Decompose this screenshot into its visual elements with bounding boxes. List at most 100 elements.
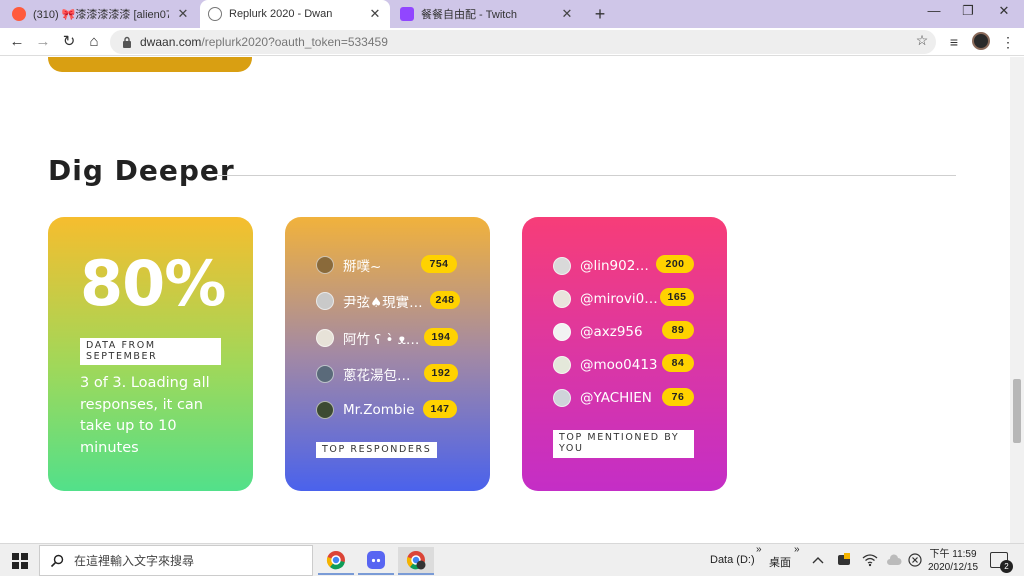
discord-taskbar-button[interactable] (358, 547, 394, 575)
close-tab-icon[interactable]: ✕ (560, 6, 574, 22)
response-count-badge: 754 (421, 255, 457, 273)
windows-start-icon[interactable] (12, 553, 28, 569)
windows-taskbar: 在這裡輸入文字來搜尋 Data (D:) » 桌面 » 下午 11:59 202… (0, 543, 1024, 576)
wifi-icon[interactable] (862, 553, 878, 567)
toolbar-chevron[interactable]: » (756, 544, 762, 555)
clock-time: 下午 11:59 (929, 549, 977, 560)
notification-center-icon[interactable]: 2 (990, 552, 1013, 573)
reload-button[interactable]: ↻ (59, 32, 79, 52)
browser-toolbar: ← → ↻ ⌂ dwaan.com/replurk2020?oauth_toke… (0, 28, 1024, 56)
tab-title: 餐餐自由配 - Twitch (421, 9, 517, 21)
url-host: dwaan.com (140, 35, 202, 49)
plurk-icon (12, 7, 26, 21)
forward-button[interactable]: → (33, 32, 53, 52)
response-count-badge: 194 (424, 328, 458, 346)
search-icon (50, 554, 64, 567)
chrome-profile-taskbar-button[interactable] (398, 547, 434, 575)
mention-count-badge: 84 (662, 354, 694, 372)
browser-tab-strip: (310) 🎀漆漆漆漆漆 [alien0727] ✕ Replurk 2020 … (0, 0, 1024, 28)
progress-percent: 80% (80, 247, 226, 320)
user-avatar (553, 323, 571, 341)
mention-count-badge: 200 (656, 255, 694, 273)
page-scrollbar[interactable] (1010, 57, 1024, 543)
bookmark-star-icon[interactable]: ☆ (912, 32, 932, 49)
back-button[interactable]: ← (7, 32, 27, 52)
top-mentioned-label: TOP MENTIONED BY YOU (553, 430, 694, 458)
top-mentioned-card: @lin902… 200 @mirovi0… 165 @axz956 89 @m… (522, 217, 727, 491)
lock-icon (123, 36, 131, 48)
data-source-label: DATA FROM SEPTEMBER (80, 338, 221, 365)
mentioned-name: @axz956 (580, 324, 643, 340)
mention-count-badge: 89 (662, 321, 694, 339)
browser-menu-icon[interactable]: ⋮ (998, 32, 1018, 52)
tab-title: (310) 🎀漆漆漆漆漆 [alien0727] (33, 9, 169, 21)
response-count-badge: 192 (424, 364, 458, 382)
user-avatar (553, 356, 571, 374)
replurk-icon (208, 7, 222, 21)
address-bar[interactable]: dwaan.com/replurk2020?oauth_token=533459 (110, 30, 936, 54)
user-avatar (316, 292, 334, 310)
mention-count-badge: 76 (662, 388, 694, 406)
user-avatar (316, 329, 334, 347)
url-text: dwaan.com/replurk2020?oauth_token=533459 (140, 35, 388, 49)
page-content: Dig Deeper 80% DATA FROM SEPTEMBER 3 of … (0, 57, 1010, 543)
top-responders-card: 掰噗~ 754 尹弦♠現實… 248 阿竹 ʕ •̀ ᴥ… 194 蔥花湯包… … (285, 217, 490, 491)
user-avatar (553, 290, 571, 308)
new-tab-button[interactable]: + (590, 4, 610, 24)
response-count-badge: 147 (423, 400, 457, 418)
restore-button[interactable]: ❐ (958, 3, 978, 19)
drive-toolbar-label[interactable]: Data (D:) (710, 554, 755, 566)
loading-description: 3 of 3. Loading all responses, it can ta… (80, 375, 210, 456)
tab-title: Replurk 2020 - Dwan (229, 8, 333, 20)
close-window-button[interactable]: ✕ (994, 3, 1014, 19)
tab-plurk[interactable]: (310) 🎀漆漆漆漆漆 [alien0727] ✕ (4, 0, 198, 28)
cloud-icon[interactable] (886, 553, 902, 567)
response-count-badge: 248 (430, 291, 460, 309)
media-control-icon[interactable]: ≡ (944, 32, 964, 52)
clock-date: 2020/12/15 (927, 562, 979, 573)
mentioned-name: @moo0413 (580, 357, 658, 373)
chevron-up-icon[interactable] (812, 555, 824, 565)
user-avatar (553, 389, 571, 407)
section-title: Dig Deeper (48, 154, 235, 187)
responder-name: Mr.Zombie (343, 402, 415, 418)
mentioned-name: @mirovi0… (580, 291, 658, 307)
mentioned-name: @YACHIEN (580, 390, 652, 406)
app-tray-icon[interactable] (836, 552, 852, 568)
search-placeholder: 在這裡輸入文字來搜尋 (74, 554, 195, 568)
tab-replurk[interactable]: Replurk 2020 - Dwan ✕ (200, 0, 390, 28)
user-avatar (316, 401, 334, 419)
taskbar-clock[interactable]: 下午 11:59 2020/12/15 (924, 548, 982, 574)
twitch-icon (400, 7, 414, 21)
responder-name: 掰噗~ (343, 259, 382, 275)
home-button[interactable]: ⌂ (84, 32, 104, 52)
user-avatar (553, 257, 571, 275)
scrollbar-thumb[interactable] (1013, 379, 1021, 443)
close-tab-icon[interactable]: ✕ (176, 6, 190, 22)
user-avatar (316, 256, 334, 274)
section-divider (218, 175, 956, 176)
close-tab-icon[interactable]: ✕ (368, 6, 382, 22)
data-progress-card: 80% DATA FROM SEPTEMBER 3 of 3. Loading … (48, 217, 253, 491)
profile-avatar[interactable] (972, 32, 990, 50)
chrome-profile-icon (406, 551, 426, 570)
user-avatar (316, 365, 334, 383)
chrome-icon (326, 551, 345, 570)
top-responders-label: TOP RESPONDERS (316, 442, 438, 458)
taskbar-search-box[interactable]: 在這裡輸入文字來搜尋 (39, 545, 313, 576)
responder-name: 阿竹 ʕ •̀ ᴥ… (343, 332, 420, 348)
mention-count-badge: 165 (660, 288, 694, 306)
mentioned-name: @lin902… (580, 258, 649, 274)
toolbar-chevron[interactable]: » (794, 544, 800, 555)
responder-name: 蔥花湯包… (343, 368, 411, 384)
notification-count-badge: 2 (1000, 560, 1013, 573)
minimize-button[interactable]: — (924, 3, 944, 18)
discord-icon (367, 551, 385, 569)
previous-card-bottom (48, 57, 252, 72)
tab-twitch[interactable]: 餐餐自由配 - Twitch ✕ (392, 0, 582, 28)
chrome-taskbar-button[interactable] (318, 547, 354, 575)
mute-icon[interactable] (908, 553, 922, 567)
desktop-toolbar-label[interactable]: 桌面 (769, 554, 791, 570)
url-path: /replurk2020?oauth_token=533459 (201, 35, 388, 49)
responder-name: 尹弦♠現實… (343, 295, 423, 311)
